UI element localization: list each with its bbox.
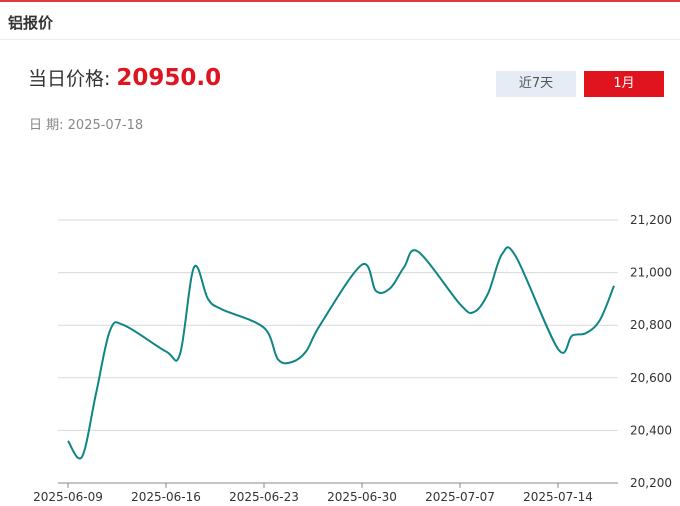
- x-tick-label: 2025-07-14: [523, 490, 593, 504]
- y-tick-label: 21,200: [630, 213, 672, 227]
- data-point: [206, 297, 210, 301]
- x-tick-label: 2025-06-23: [229, 490, 299, 504]
- data-point: [318, 323, 322, 327]
- y-tick-label: 20,400: [630, 423, 672, 437]
- data-point: [66, 439, 70, 443]
- data-point: [416, 250, 420, 254]
- data-point: [374, 289, 378, 293]
- data-point: [276, 357, 280, 361]
- y-tick-label: 21,000: [630, 266, 672, 280]
- x-tick-label: 2025-06-16: [131, 490, 201, 504]
- data-point: [178, 352, 182, 356]
- data-point: [290, 360, 294, 364]
- data-point: [220, 307, 224, 311]
- data-point: [514, 255, 518, 259]
- data-point: [262, 326, 266, 330]
- data-point: [80, 455, 84, 459]
- x-tick-label: 2025-07-07: [425, 490, 495, 504]
- data-point: [598, 318, 602, 322]
- data-point: [556, 347, 560, 351]
- x-tick-label: 2025-06-30: [327, 490, 397, 504]
- y-tick-label: 20,800: [630, 318, 672, 332]
- data-point: [94, 392, 98, 396]
- data-point: [122, 323, 126, 327]
- data-point: [472, 310, 476, 314]
- data-point: [570, 334, 574, 338]
- price-series-line: [67, 246, 615, 460]
- data-point: [164, 350, 168, 354]
- data-point: [108, 329, 112, 333]
- x-tick-label: 2025-06-09: [33, 490, 103, 504]
- data-point: [304, 350, 308, 354]
- data-point: [486, 292, 490, 296]
- data-point: [402, 265, 406, 269]
- data-point: [458, 302, 462, 306]
- data-point: [360, 263, 364, 267]
- y-tick-label: 20,200: [630, 476, 672, 490]
- data-point: [388, 286, 392, 290]
- data-point: [192, 265, 196, 269]
- data-point: [584, 331, 588, 335]
- price-line-chart: 20,200 20,400 20,600 20,800 21,000 21,200 2025…: [33, 213, 672, 504]
- y-tick-label: 20,600: [630, 371, 672, 385]
- data-point: [500, 252, 504, 256]
- data-point: [612, 284, 616, 288]
